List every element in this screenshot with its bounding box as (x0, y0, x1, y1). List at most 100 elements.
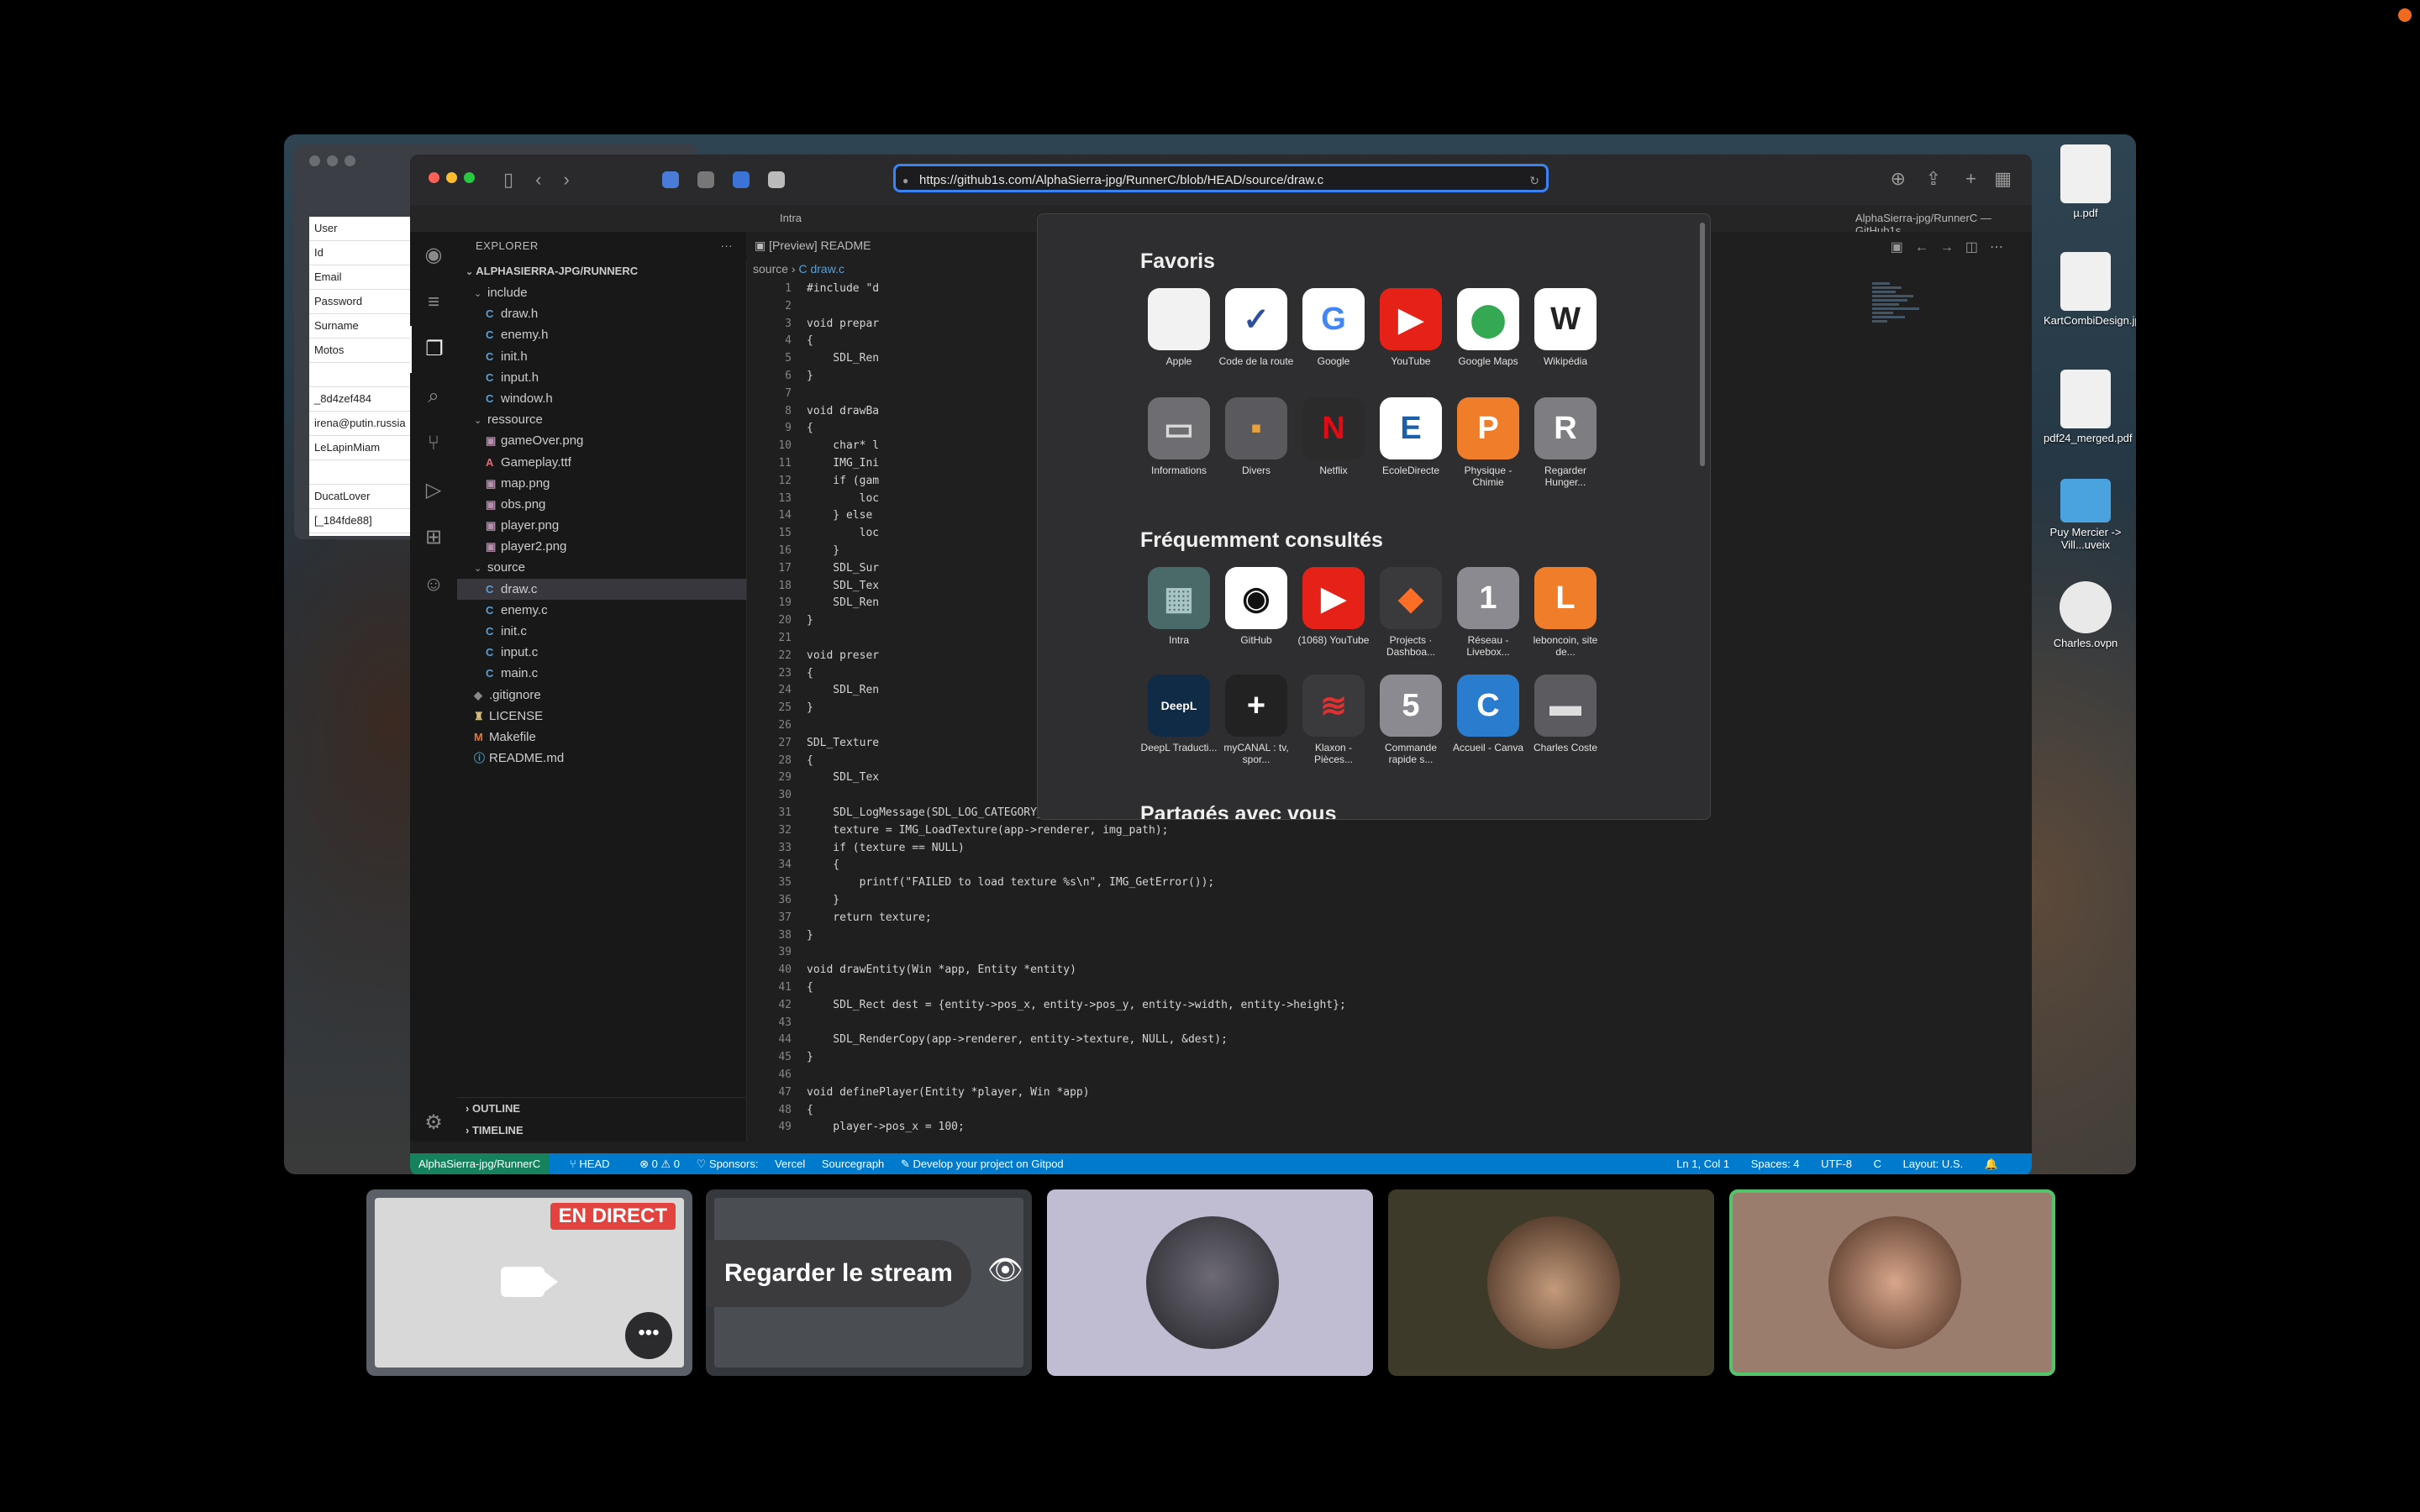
site-tile[interactable]: ⬤ Google Maps (1449, 288, 1527, 381)
site-tile[interactable]: + myCANAL : tv, spor... (1218, 675, 1295, 767)
file-item[interactable]: ▣ map.png (457, 473, 746, 494)
code-line[interactable]: 42 SDL_Rect dest = {entity->pos_x, entit… (746, 997, 2032, 1015)
dropdown-scrollbar[interactable] (1700, 223, 1705, 466)
site-tile[interactable]: ▶ YouTube (1372, 288, 1449, 381)
cursor-position[interactable]: Ln 1, Col 1 (1676, 1158, 1729, 1170)
file-item[interactable]: Cenemy.h (457, 324, 746, 345)
participant-tile-speaking[interactable] (1729, 1189, 2055, 1376)
code-line[interactable]: 48 { (746, 1102, 2032, 1120)
code-line[interactable]: 43 (746, 1015, 2032, 1032)
code-line[interactable]: 38} (746, 927, 2032, 945)
site-tile[interactable]: W Wikipédia (1527, 288, 1604, 381)
code-line[interactable]: 36 } (746, 892, 2032, 910)
site-tile[interactable]: E EcoleDirecte (1372, 397, 1449, 490)
minimap[interactable] (1872, 281, 1931, 407)
file-item[interactable]: Cwindow.h (457, 388, 746, 409)
site-tile[interactable]: 1 Réseau - Livebox... (1449, 567, 1527, 659)
file-item[interactable]: ♜ LICENSE (457, 706, 746, 727)
site-tile[interactable]: 5 Commande rapide s... (1372, 675, 1449, 767)
code-line[interactable]: 39 (746, 944, 2032, 962)
code-line[interactable]: 32 texture = IMG_LoadTexture(app->render… (746, 822, 2032, 840)
eye-icon[interactable]: 👁 (987, 1253, 1023, 1287)
watch-stream-button[interactable]: Regarder le stream (706, 1240, 971, 1307)
gear-icon[interactable]: ⚙ (410, 1110, 457, 1135)
code-line[interactable]: 46 (746, 1067, 2032, 1084)
code-line[interactable]: 41 { (746, 979, 2032, 997)
window-controls[interactable] (429, 172, 481, 187)
file-item[interactable]: Cdraw.c (457, 578, 746, 600)
new-tab-icon[interactable]: + (1965, 168, 1976, 190)
extensions-icon[interactable]: ⊞ (410, 514, 457, 561)
branch-indicator[interactable]: ⑂ HEAD (570, 1158, 623, 1170)
more-options-button[interactable]: ••• (625, 1312, 672, 1359)
file-item[interactable]: Cinput.h (457, 367, 746, 388)
file-item[interactable]: ▣ player.png (457, 515, 746, 536)
extension-icon[interactable] (767, 171, 785, 188)
desktop-file[interactable]: pdf24_merged.pdf (2044, 370, 2133, 444)
file-item[interactable]: ▣ player2.png (457, 536, 746, 557)
site-tile[interactable]: ≋ Klaxon - Pièces... (1295, 675, 1372, 767)
file-item[interactable]: ▣ gameOver.png (457, 430, 746, 451)
sponsors-link[interactable]: ♡ Sponsors: (697, 1158, 759, 1170)
desktop-file[interactable]: Charles.ovpn (2044, 581, 2128, 649)
file-item[interactable]: Cmain.c (457, 663, 746, 684)
address-bar[interactable]: ● https://github1s.com/AlphaSierra-jpg/R… (893, 164, 1549, 192)
close-icon[interactable] (429, 172, 439, 183)
code-line[interactable]: 35 printf("FAILED to load texture %s\n",… (746, 874, 2032, 892)
run-debug-icon[interactable]: ▷ (410, 467, 457, 514)
github-icon[interactable]: ◉ (410, 232, 457, 279)
file-item[interactable]: A Gameplay.ttf (457, 452, 746, 473)
camera-icon[interactable] (501, 1267, 558, 1297)
file-item[interactable]: ▣ obs.png (457, 494, 746, 515)
file-item[interactable]: ◆ .gitignore (457, 685, 746, 706)
code-line[interactable]: 47 void definePlayer(Entity *player, Win … (746, 1084, 2032, 1102)
gitpod-link[interactable]: ✎ Develop your project on Gitpod (901, 1158, 1077, 1170)
site-tile[interactable]: ▭ Informations (1140, 397, 1218, 490)
tab-preview-readme[interactable]: ▣ [Preview] README (755, 239, 871, 253)
file-item[interactable]: ⓘ README.md (457, 748, 746, 769)
file-item[interactable]: Cinit.h (457, 346, 746, 367)
file-item[interactable]: Cinput.c (457, 642, 746, 663)
stream-tile-preview[interactable]: Regarder le stream 👁 (706, 1189, 1032, 1376)
code-line[interactable]: 33 if (texture == NULL) (746, 840, 2032, 858)
code-line[interactable]: 37 return texture; (746, 910, 2032, 927)
extension-icon[interactable] (697, 171, 714, 188)
share-icon[interactable]: ⇪ (1926, 168, 1941, 190)
site-tile[interactable]: R Regarder Hunger... (1527, 397, 1604, 490)
folder-item[interactable]: ⌄ ressource (457, 409, 746, 430)
zoom-icon[interactable] (464, 172, 475, 183)
site-tile[interactable]: DeepL DeepL Traducti... (1140, 675, 1218, 767)
menu-icon[interactable]: ≡ (410, 279, 457, 326)
site-tile[interactable]: P Physique - Chimie (1449, 397, 1527, 490)
file-item[interactable]: Cinit.c (457, 621, 746, 642)
folder-item[interactable]: ⌄ source (457, 557, 746, 578)
desktop-file[interactable]: KartCombiDesign.jpg (2044, 252, 2136, 327)
desktop-file[interactable]: Puy Mercier -> Vill...uveix (2044, 479, 2128, 551)
code-line[interactable]: 40 void drawEntity(Win *app, Entity *enti… (746, 962, 2032, 979)
desktop-file[interactable]: µ.pdf (2044, 144, 2128, 219)
site-tile[interactable]: Lleboncoin, site de... (1527, 567, 1604, 659)
explorer-icon[interactable]: ❐ (410, 326, 457, 373)
site-tile[interactable]: Apple (1140, 288, 1218, 381)
tab-intra[interactable]: Intra (780, 212, 802, 224)
site-tile[interactable]: ▬ Charles Coste (1527, 675, 1604, 767)
site-tile[interactable]: ◉ GitHub (1218, 567, 1295, 659)
site-tile[interactable]: ▦ Intra (1140, 567, 1218, 659)
indentation[interactable]: Spaces: 4 (1751, 1158, 1800, 1170)
site-tile[interactable]: ✓ Code de la route (1218, 288, 1295, 381)
site-tile[interactable]: ▪ Divers (1218, 397, 1295, 490)
site-tile[interactable]: ◆ Projects · Dashboa... (1372, 567, 1449, 659)
code-line[interactable]: 45} (746, 1049, 2032, 1067)
sourcegraph-link[interactable]: Sourcegraph (822, 1158, 884, 1170)
site-tile[interactable]: N Netflix (1295, 397, 1372, 490)
code-line[interactable]: 49 player->pos_x = 100; (746, 1119, 2032, 1137)
editor-actions[interactable]: ▣←→◫⋯ (1891, 239, 2015, 255)
extension-icon[interactable] (661, 171, 679, 188)
stream-tile-live[interactable]: EN DIRECT ••• (366, 1189, 692, 1376)
keyboard-layout[interactable]: Layout: U.S. (1903, 1158, 1964, 1170)
file-item[interactable]: M Makefile (457, 727, 746, 748)
problems-indicator[interactable]: ⊗ 0 ⚠ 0 (639, 1158, 680, 1170)
back-icon[interactable]: ‹ (535, 169, 541, 191)
file-item[interactable]: Cenemy.c (457, 600, 746, 621)
minimize-icon[interactable] (446, 172, 457, 183)
